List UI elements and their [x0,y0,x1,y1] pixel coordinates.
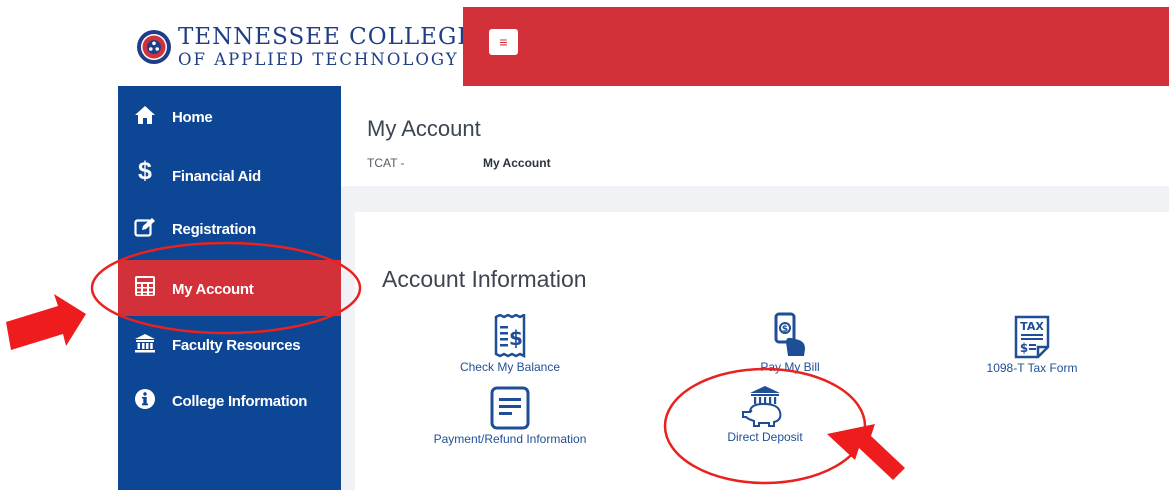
receipt-icon: $ [494,314,526,358]
account-information-card: Account Information $ Check My Balance $… [355,212,1169,490]
sidebar-item-my-account[interactable]: My Account [118,260,341,316]
breadcrumb-current: My Account [483,156,551,170]
institution-icon [134,332,156,354]
piggy-bank-icon [742,386,782,427]
sidebar-item-label: Faculty Resources [172,337,301,354]
logo-text-line1: TENNESSEE COLLEGES [178,24,492,50]
home-icon [134,104,156,126]
direct-deposit-link[interactable]: Direct Deposit [665,384,865,444]
sidebar: Home $ Financial Aid Registration My Acc… [118,86,341,490]
sidebar-item-label: Home [172,109,213,126]
svg-text:$: $ [509,326,523,350]
tile-label: Check My Balance [459,360,561,374]
tennessee-seal-icon [137,30,171,64]
pay-bill-icon: $ [774,312,805,356]
section-title: Account Information [382,266,587,292]
sidebar-item-faculty-resources[interactable]: Faculty Resources [118,320,341,372]
payment-refund-information-link[interactable]: Payment/Refund Information [410,386,610,446]
red-arrow [6,294,86,350]
page-header: My Account TCAT - My Account [341,86,1169,186]
svg-text:$: $ [1020,341,1028,355]
info-icon [134,388,156,410]
check-my-balance-link[interactable]: $ Check My Balance [410,314,610,374]
1098t-tax-form-link[interactable]: TAX $ 1098-T Tax Form [932,315,1132,375]
edit-icon [134,216,156,238]
sidebar-item-label: Financial Aid [172,168,261,185]
pay-my-bill-link[interactable]: $ Pay My Bill [690,312,890,374]
svg-text:$: $ [782,325,788,335]
dollar-icon: $ [138,156,152,185]
logo[interactable]: TENNESSEE COLLEGES OF APPLIED TECHNOLOGY [118,7,491,86]
breadcrumb-root[interactable]: TCAT - [367,156,405,170]
tile-label: Payment/Refund Information [433,432,587,446]
sidebar-item-label: College Information [172,393,308,410]
calculator-icon [134,275,156,297]
sidebar-item-financial-aid[interactable]: $ Financial Aid [118,148,341,200]
sidebar-item-registration[interactable]: Registration [118,204,341,256]
document-icon [490,386,530,430]
page: TENNESSEE COLLEGES OF APPLIED TECHNOLOGY… [0,0,1169,490]
tile-label: Pay My Bill [760,360,820,374]
menu-toggle-button[interactable]: ≡ [489,29,518,55]
sidebar-item-label: My Account [172,281,254,298]
page-title: My Account [367,116,481,141]
sidebar-item-label: Registration [172,221,256,238]
sidebar-item-home[interactable]: Home [118,92,341,144]
tile-label: 1098-T Tax Form [986,361,1078,375]
top-bar: ≡ [463,7,1169,86]
hamburger-icon: ≡ [499,34,508,50]
sidebar-item-college-information[interactable]: College Information [118,376,341,428]
svg-text:TAX: TAX [1020,320,1044,333]
tax-form-icon: TAX $ [1014,315,1050,359]
logo-text-line2: OF APPLIED TECHNOLOGY [178,50,459,69]
tile-label: Direct Deposit [727,430,803,444]
